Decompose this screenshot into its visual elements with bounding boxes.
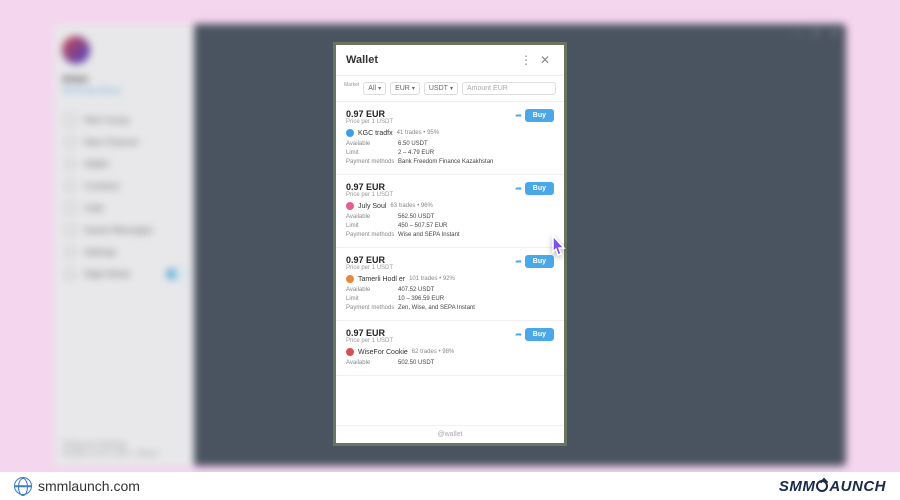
wallet-title: Wallet	[346, 54, 516, 66]
trader-name: WiseFor Cookie	[358, 349, 408, 356]
buy-button[interactable]: Buy	[525, 109, 554, 122]
night-mode-toggle	[166, 269, 184, 279]
buy-button[interactable]: Buy	[525, 328, 554, 341]
share-icon[interactable]: ➦	[515, 330, 522, 339]
filter-bar: Market All EUR USDT Amount EUR	[336, 76, 564, 102]
window-controls[interactable]: —☐✕	[194, 24, 846, 40]
filter-market[interactable]: All	[363, 82, 386, 95]
share-icon[interactable]: ➦	[515, 111, 522, 120]
trader-name: KGC tradfx	[358, 130, 393, 137]
offer-row[interactable]: 0.97 EURPrice per 1 USDT KGC tradfx41 tr…	[336, 102, 564, 175]
offer-row[interactable]: 0.97 EURPrice per 1 USDT WiseFor Cookie6…	[336, 321, 564, 376]
wallet-header: Wallet ⋮ ✕	[336, 45, 564, 76]
share-icon[interactable]: ➦	[515, 184, 522, 193]
user-status[interactable]: Set Emoji Status	[62, 86, 186, 95]
sidebar-item-calls[interactable]: Calls	[62, 197, 186, 219]
trader-dot-icon	[346, 202, 354, 210]
share-icon[interactable]: ➦	[515, 257, 522, 266]
sidebar: Artem Set Emoji Status New Group New Cha…	[54, 24, 194, 466]
sidebar-item-new-channel[interactable]: New Channel	[62, 131, 186, 153]
sidebar-item-new-group[interactable]: New Group	[62, 109, 186, 131]
user-name: Artem	[62, 74, 186, 84]
sidebar-item-wallet[interactable]: Wallet	[62, 153, 186, 175]
wallet-handle: @wallet	[336, 425, 564, 443]
avatar[interactable]	[62, 36, 90, 64]
wallet-panel: Wallet ⋮ ✕ Market All EUR USDT Amount EU…	[333, 42, 567, 446]
trader-name: Tamerli Hodl er	[358, 276, 405, 283]
sidebar-item-saved[interactable]: Saved Messages	[62, 219, 186, 241]
page-footer: smmlaunch.com SMMAUNCH	[0, 472, 900, 500]
sidebar-item-night-mode[interactable]: Night Mode	[62, 263, 186, 285]
trader-dot-icon	[346, 275, 354, 283]
buy-button[interactable]: Buy	[525, 182, 554, 195]
brand-logo: SMMAUNCH	[779, 478, 886, 495]
menu-icon[interactable]: ⋮	[516, 53, 536, 67]
sidebar-item-settings[interactable]: Settings	[62, 241, 186, 263]
filter-fiat[interactable]: EUR	[390, 82, 420, 95]
sidebar-footer: Telegram DesktopVersion 4.10.3 x64 – Abo…	[62, 440, 158, 458]
pointer-cursor-icon	[546, 234, 570, 262]
offer-price: 0.97 EUR	[346, 255, 554, 265]
offers-list: 0.97 EURPrice per 1 USDT KGC tradfx41 tr…	[336, 102, 564, 425]
filter-crypto[interactable]: USDT	[424, 82, 458, 95]
launch-ring-icon	[816, 480, 828, 492]
globe-icon	[14, 477, 32, 495]
offer-price: 0.97 EUR	[346, 182, 554, 192]
close-icon[interactable]: ✕	[536, 53, 554, 67]
offer-row[interactable]: 0.97 EURPrice per 1 USDT Tamerli Hodl er…	[336, 248, 564, 321]
offer-price: 0.97 EUR	[346, 109, 554, 119]
trader-dot-icon	[346, 129, 354, 137]
filter-amount[interactable]: Amount EUR	[462, 82, 556, 95]
offer-row[interactable]: 0.97 EURPrice per 1 USDT July Soul63 tra…	[336, 175, 564, 248]
offer-price: 0.97 EUR	[346, 328, 554, 338]
site-link[interactable]: smmlaunch.com	[14, 477, 140, 495]
sidebar-item-contacts[interactable]: Contacts	[62, 175, 186, 197]
trader-name: July Soul	[358, 203, 386, 210]
trader-dot-icon	[346, 348, 354, 356]
